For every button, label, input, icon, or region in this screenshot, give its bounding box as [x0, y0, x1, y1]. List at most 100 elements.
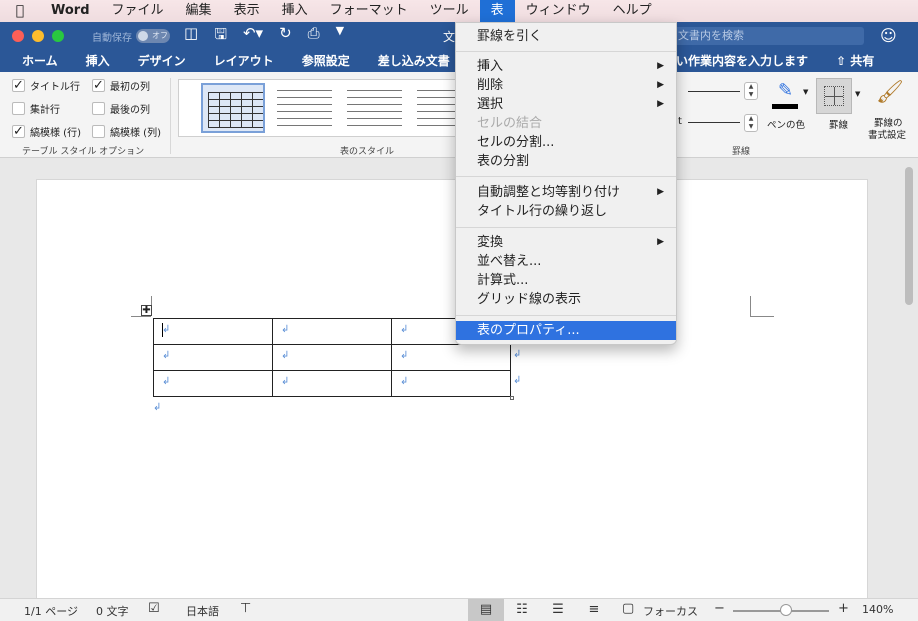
- menu-app-word[interactable]: Word: [40, 0, 101, 22]
- last-column-checkbox[interactable]: [92, 102, 105, 115]
- menu-view[interactable]: 表示: [223, 0, 271, 22]
- menu-item-table-properties[interactable]: 表のプロパティ...: [456, 321, 676, 340]
- menu-edit[interactable]: 編集: [175, 0, 223, 22]
- line-style-preview[interactable]: [688, 91, 740, 92]
- search-document-input[interactable]: 文書内を検索: [668, 27, 864, 45]
- option-banded-columns[interactable]: 縞模様 (列): [92, 124, 161, 139]
- line-weight-spinner[interactable]: ▲ ▼: [744, 114, 758, 132]
- close-window-button[interactable]: [12, 30, 24, 42]
- table-cell[interactable]: ↲: [272, 370, 392, 397]
- feedback-smiley-icon[interactable]: ☺: [880, 26, 897, 45]
- table-style-plain-2[interactable]: [342, 83, 406, 133]
- border-painter-button[interactable]: 🖌: [872, 80, 904, 112]
- menu-item-autofit[interactable]: 自動調整と均等割り付け ▶: [456, 183, 676, 202]
- table-cell[interactable]: ↲: [391, 344, 511, 371]
- language-indicator[interactable]: 日本語: [186, 603, 219, 619]
- total-row-checkbox[interactable]: [12, 102, 25, 115]
- outline-view-icon[interactable]: ☰: [540, 599, 576, 621]
- word-count[interactable]: 0 文字: [96, 603, 129, 619]
- menu-item-insert[interactable]: 挿入 ▶: [456, 57, 676, 76]
- zoom-level[interactable]: 140%: [862, 603, 893, 616]
- print-layout-view-icon[interactable]: ▤: [468, 599, 504, 621]
- menu-item-draw-table[interactable]: 罫線を引く: [456, 27, 676, 46]
- tab-mailings[interactable]: 差し込み文書: [364, 50, 464, 72]
- page-count[interactable]: 1/1 ページ: [24, 603, 78, 619]
- menu-item-split-cells[interactable]: セルの分割...: [456, 133, 676, 152]
- sidebar-icon[interactable]: ◫: [184, 24, 198, 49]
- print-icon[interactable]: ⎙: [308, 24, 320, 49]
- banded-columns-checkbox[interactable]: [92, 125, 105, 138]
- tab-layout[interactable]: レイアウト: [200, 50, 288, 72]
- share-button[interactable]: ⇧ 共有: [836, 50, 874, 72]
- table-style-grid[interactable]: [201, 83, 265, 133]
- tell-me-input[interactable]: い作業内容を入力します: [676, 50, 808, 72]
- focus-icon[interactable]: ▢: [622, 601, 634, 616]
- tab-design[interactable]: デザイン: [124, 50, 200, 72]
- redo-icon[interactable]: ↻: [279, 24, 292, 49]
- vertical-scrollbar[interactable]: [905, 167, 913, 305]
- table-cell[interactable]: ↲: [153, 344, 273, 371]
- menu-item-sort[interactable]: 並べ替え...: [456, 252, 676, 271]
- zoom-out-button[interactable]: −: [714, 601, 725, 616]
- table-cell[interactable]: ↲: [391, 370, 511, 397]
- undo-icon[interactable]: ↶▾: [243, 24, 263, 49]
- pen-color-dropdown-icon[interactable]: ▼: [803, 88, 808, 96]
- table-resize-handle[interactable]: [510, 396, 514, 400]
- tab-home[interactable]: ホーム: [0, 50, 72, 72]
- menu-item-repeat-header-rows[interactable]: タイトル行の繰り返し: [456, 202, 676, 221]
- option-header-row[interactable]: ✓ タイトル行: [12, 78, 80, 93]
- menu-file[interactable]: ファイル: [101, 0, 175, 22]
- option-last-column[interactable]: 最後の列: [92, 101, 150, 116]
- web-layout-view-icon[interactable]: ☷: [504, 599, 540, 621]
- tab-insert[interactable]: 挿入: [72, 50, 124, 72]
- table-cell[interactable]: ↲: [153, 370, 273, 397]
- line-weight-preview[interactable]: [688, 122, 740, 123]
- pen-color-button[interactable]: ✎: [772, 80, 798, 110]
- table-cell[interactable]: ↲: [272, 344, 392, 371]
- text-cursor: [162, 323, 163, 337]
- menu-item-split-table[interactable]: 表の分割: [456, 152, 676, 171]
- first-column-checkbox[interactable]: ✓: [92, 79, 105, 92]
- crop-mark: [750, 296, 751, 316]
- menu-tools[interactable]: ツール: [419, 0, 480, 22]
- option-first-column[interactable]: ✓ 最初の列: [92, 78, 150, 93]
- menu-window[interactable]: ウィンドウ: [515, 0, 602, 22]
- menu-item-show-gridlines[interactable]: グリッド線の表示: [456, 290, 676, 309]
- apple-icon[interactable]: : [0, 3, 40, 19]
- zoom-in-button[interactable]: +: [838, 601, 849, 616]
- borders-icon: [824, 86, 844, 106]
- zoom-window-button[interactable]: [52, 30, 64, 42]
- tab-references[interactable]: 参照設定: [288, 50, 364, 72]
- customize-toolbar-icon[interactable]: ▼: [336, 24, 344, 49]
- option-banded-rows[interactable]: ✓ 縞模様 (行): [12, 124, 81, 139]
- pen-color-label: ペンの色: [767, 120, 806, 131]
- menu-table[interactable]: 表: [479, 0, 515, 22]
- menu-help[interactable]: ヘルプ: [602, 0, 663, 22]
- table-style-plain-1[interactable]: [272, 83, 336, 133]
- header-row-checkbox[interactable]: ✓: [12, 79, 25, 92]
- menu-item-select[interactable]: 選択 ▶: [456, 95, 676, 114]
- focus-mode-label[interactable]: フォーカス: [643, 603, 698, 619]
- row-end-mark: ↲: [513, 375, 522, 386]
- menu-format[interactable]: フォーマット: [319, 0, 419, 22]
- banded-rows-checkbox[interactable]: ✓: [12, 125, 25, 138]
- autosave-toggle[interactable]: オフ: [136, 29, 170, 43]
- zoom-slider-handle[interactable]: [780, 604, 792, 616]
- minimize-window-button[interactable]: [32, 30, 44, 42]
- borders-button[interactable]: [816, 78, 852, 114]
- track-changes-icon[interactable]: ⊤: [240, 601, 251, 616]
- menu-item-delete[interactable]: 削除 ▶: [456, 76, 676, 95]
- table-move-handle-icon[interactable]: ✚: [141, 305, 152, 316]
- menu-insert[interactable]: 挿入: [271, 0, 319, 22]
- table-cell[interactable]: ↲: [153, 318, 273, 345]
- option-total-row[interactable]: 集計行: [12, 101, 60, 116]
- line-style-spinner[interactable]: ▲ ▼: [744, 82, 758, 100]
- draft-view-icon[interactable]: ≡: [576, 599, 612, 621]
- autosave-control[interactable]: 自動保存 オフ: [92, 29, 170, 44]
- borders-dropdown-icon[interactable]: ▼: [855, 90, 860, 98]
- menu-item-convert[interactable]: 変換 ▶: [456, 233, 676, 252]
- save-icon[interactable]: 🖫: [214, 24, 227, 49]
- proofing-icon[interactable]: ☑: [148, 601, 160, 616]
- table-cell[interactable]: ↲: [272, 318, 392, 345]
- menu-item-formula[interactable]: 計算式...: [456, 271, 676, 290]
